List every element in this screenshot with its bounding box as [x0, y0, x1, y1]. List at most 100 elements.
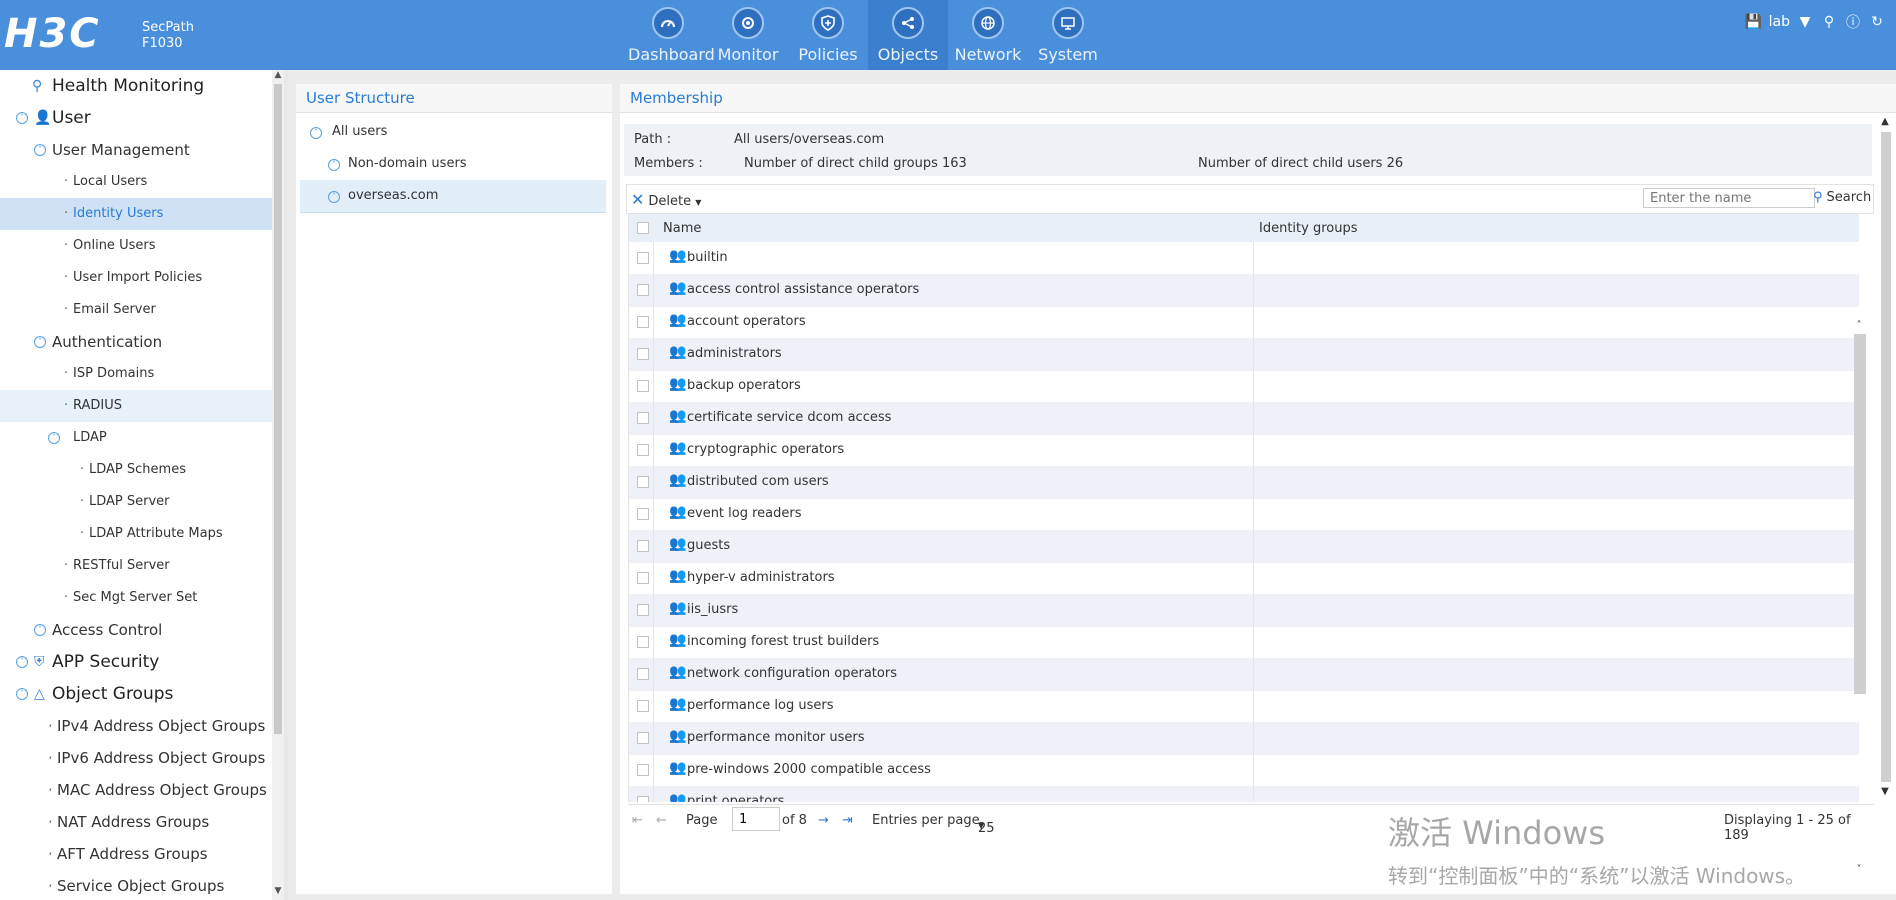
search-input[interactable] [1643, 188, 1815, 208]
sidebar-item-local-users[interactable]: · Local Users [0, 166, 272, 198]
table-row[interactable]: 👥 print operators [629, 786, 1859, 802]
sidebar-item-sec-mgt-server-set[interactable]: · Sec Mgt Server Set [0, 582, 272, 614]
table-row[interactable]: 👥 builtin [629, 242, 1859, 275]
row-checkbox[interactable] [637, 412, 649, 424]
scroll-thumb[interactable] [274, 84, 282, 734]
sidebar-item-object-groups[interactable]: ˄ △ Object Groups [0, 678, 272, 710]
row-checkbox[interactable] [637, 796, 649, 802]
scroll-down-icon[interactable]: ▼ [272, 886, 284, 896]
page-number-input[interactable] [732, 807, 780, 831]
sidebar-item-authentication[interactable]: ˄ Authentication [0, 326, 272, 358]
row-checkbox[interactable] [637, 700, 649, 712]
nav-system[interactable]: System [1028, 0, 1108, 70]
sidebar-item-user-import-policies[interactable]: · User Import Policies [0, 262, 272, 294]
sidebar-item-ipv4-address-object-groups[interactable]: · IPv4 Address Object Groups [0, 710, 272, 742]
nav-monitor[interactable]: Monitor [708, 0, 788, 70]
nav-objects[interactable]: Objects [868, 0, 948, 70]
collapse-toggle-icon[interactable]: ˄ [48, 432, 60, 444]
table-row[interactable]: 👥 network configuration operators [629, 658, 1859, 691]
table-row[interactable]: 👥 administrators [629, 338, 1859, 371]
scroll-up-icon[interactable]: ▲ [272, 70, 284, 80]
scroll-up-icon[interactable]: ▲ [1878, 116, 1892, 127]
expand-toggle-icon[interactable]: ˅ [34, 624, 46, 636]
scroll-thumb[interactable] [1854, 334, 1866, 694]
tree-node-non-domain-users[interactable]: ˄ Non-domain users [300, 148, 606, 180]
table-row[interactable]: 👥 hyper-v administrators [629, 562, 1859, 595]
select-all-checkbox[interactable] [637, 222, 649, 234]
row-checkbox[interactable] [637, 636, 649, 648]
sidebar-item-user[interactable]: ˄ 👤 User [0, 102, 272, 134]
refresh-icon[interactable]: ↻ [1868, 14, 1886, 30]
nav-policies[interactable]: Policies [788, 0, 868, 70]
table-row[interactable]: 👥 performance log users [629, 690, 1859, 723]
help-icon[interactable]: ⓘ [1844, 12, 1862, 32]
caret-down-icon[interactable]: ▼ [1796, 14, 1814, 30]
sidebar-item-ipv6-address-object-groups[interactable]: · IPv6 Address Object Groups [0, 742, 272, 774]
row-checkbox[interactable] [637, 508, 649, 520]
table-scrollbar[interactable]: ˄ ˅ [1852, 320, 1866, 884]
collapse-toggle-icon[interactable]: ˄ [34, 336, 46, 348]
prev-page-icon[interactable]: ← [656, 813, 667, 828]
row-checkbox[interactable] [637, 668, 649, 680]
next-page-icon[interactable]: → [818, 813, 829, 828]
nav-network[interactable]: Network [948, 0, 1028, 70]
table-row[interactable]: 👥 certificate service dcom access [629, 402, 1859, 435]
row-checkbox[interactable] [637, 604, 649, 616]
sidebar-item-ldap-attribute-maps[interactable]: · LDAP Attribute Maps [0, 518, 272, 550]
sidebar-item-ldap[interactable]: ˄ LDAP [0, 422, 272, 454]
table-row[interactable]: 👥 cryptographic operators [629, 434, 1859, 467]
sidebar-item-ldap-schemes[interactable]: · LDAP Schemes [0, 454, 272, 486]
table-row[interactable]: 👥 access control assistance operators [629, 274, 1859, 307]
row-checkbox[interactable] [637, 732, 649, 744]
scroll-up-icon[interactable]: ˄ [1852, 320, 1866, 331]
row-checkbox[interactable] [637, 316, 649, 328]
column-header-identity-groups[interactable]: Identity groups [1259, 221, 1357, 236]
collapse-toggle-icon[interactable]: ˄ [310, 127, 322, 139]
collapse-toggle-icon[interactable]: ˄ [328, 159, 340, 171]
collapse-toggle-icon[interactable]: ˄ [16, 112, 28, 124]
sidebar-item-email-server[interactable]: · Email Server [0, 294, 272, 326]
scroll-thumb[interactable] [1881, 132, 1891, 782]
sidebar-item-ldap-server[interactable]: · LDAP Server [0, 486, 272, 518]
sidebar-item-app-security[interactable]: ˅ ⛨ APP Security [0, 646, 272, 678]
nav-dashboard[interactable]: Dashboard [628, 0, 715, 70]
row-checkbox[interactable] [637, 572, 649, 584]
table-row[interactable]: 👥 event log readers [629, 498, 1859, 531]
table-row[interactable]: 👥 guests [629, 530, 1859, 563]
row-checkbox[interactable] [637, 284, 649, 296]
row-checkbox[interactable] [637, 380, 649, 392]
column-header-name[interactable]: Name [663, 221, 701, 236]
sidebar-item-aft-address-groups[interactable]: · AFT Address Groups [0, 838, 272, 870]
sidebar-item-online-users[interactable]: · Online Users [0, 230, 272, 262]
row-checkbox[interactable] [637, 764, 649, 776]
delete-button[interactable]: ✕ Delete ▼ [631, 190, 701, 209]
sidebar-item-nat-address-groups[interactable]: · NAT Address Groups [0, 806, 272, 838]
collapse-toggle-icon[interactable]: ˄ [16, 688, 28, 700]
row-checkbox[interactable] [637, 348, 649, 360]
expand-toggle-icon[interactable]: ˅ [16, 656, 28, 668]
sidebar-item-identity-users[interactable]: · Identity Users [0, 198, 272, 230]
scroll-down-icon[interactable]: ˅ [1852, 864, 1866, 875]
sidebar-item-user-management[interactable]: ˄ User Management [0, 134, 272, 166]
user-menu[interactable]: lab [1769, 14, 1790, 30]
sidebar-item-isp-domains[interactable]: · ISP Domains [0, 358, 272, 390]
sidebar-item-radius[interactable]: · RADIUS [0, 390, 272, 422]
table-row[interactable]: 👥 incoming forest trust builders [629, 626, 1859, 659]
save-icon[interactable]: 💾 [1745, 14, 1763, 30]
scroll-down-icon[interactable]: ▼ [1878, 786, 1892, 797]
sidebar-item-access-control[interactable]: ˅ Access Control [0, 614, 272, 646]
last-page-icon[interactable]: ⇥ [842, 813, 853, 828]
table-row[interactable]: 👥 account operators [629, 306, 1859, 339]
table-row[interactable]: 👥 pre-windows 2000 compatible access [629, 754, 1859, 787]
sidebar-item-health-monitoring[interactable]: ⚲ Health Monitoring [0, 70, 272, 102]
sidebar-item-service-object-groups[interactable]: · Service Object Groups [0, 870, 272, 900]
sidebar-item-mac-address-object-groups[interactable]: · MAC Address Object Groups [0, 774, 272, 806]
first-page-icon[interactable]: ⇤ [632, 813, 643, 828]
row-checkbox[interactable] [637, 476, 649, 488]
row-checkbox[interactable] [637, 444, 649, 456]
table-row[interactable]: 👥 backup operators [629, 370, 1859, 403]
search-button[interactable]: ⚲ Search [1813, 190, 1871, 205]
tree-node-overseas-com[interactable]: ˄ overseas.com [300, 180, 606, 213]
table-row[interactable]: 👥 performance monitor users [629, 722, 1859, 755]
row-checkbox[interactable] [637, 252, 649, 264]
